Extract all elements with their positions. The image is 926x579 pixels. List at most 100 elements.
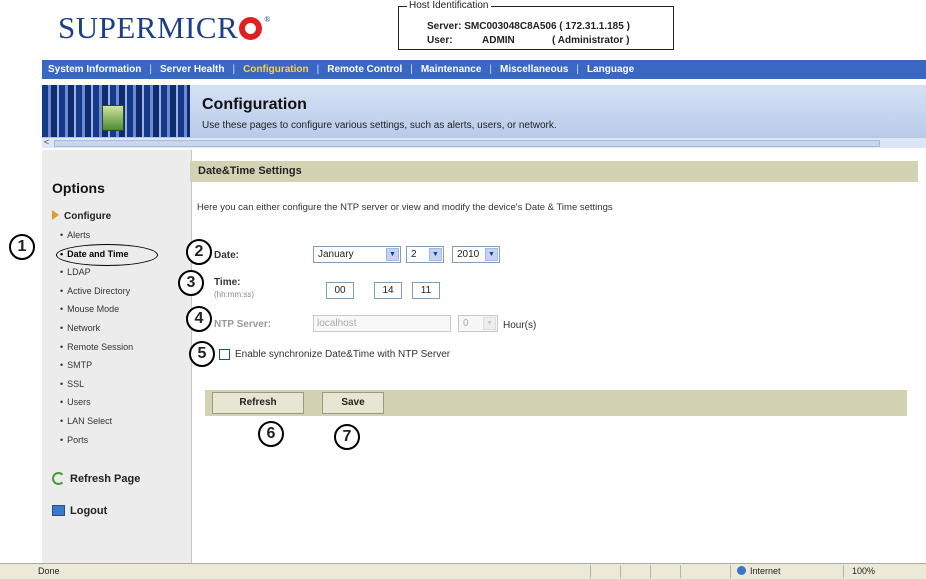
scrollbar-thumb[interactable] [54,140,880,147]
button-bar [205,390,907,416]
ntp-server-field[interactable]: localhost [313,315,451,332]
save-button[interactable]: Save [322,392,384,414]
sidebar-item-smtp[interactable]: SMTP [60,360,133,379]
callout-5: 5 [189,341,215,367]
sidebar-item-mouse-mode[interactable]: Mouse Mode [60,304,133,323]
status-divider [680,565,681,578]
day-select[interactable]: 2 ▼ [406,246,444,263]
intro-text: Here you can either configure the NTP se… [197,202,613,213]
page-banner: Configuration Use these pages to configu… [42,85,926,137]
nav-miscellaneous[interactable]: Miscellaneous [500,64,568,75]
ntp-server-label: NTP Server: [214,319,272,330]
seconds-field[interactable]: 11 [412,282,440,299]
sidebar-item-active-directory[interactable]: Active Directory [60,286,133,305]
nav-separator: | [576,64,579,75]
nav-configuration[interactable]: Configuration [243,64,309,75]
nav-separator: | [410,64,413,75]
year-value: 2010 [457,249,480,260]
section-title: Date&Time Settings [198,165,302,177]
callout-3: 3 [178,270,204,296]
nav-system-information[interactable]: System Information [48,64,141,75]
ntp-sync-checkbox[interactable] [219,349,230,360]
ntp-offset-unit: Hour(s) [503,320,537,331]
zoom-level[interactable]: 100% [852,566,875,576]
sidebar-item-ldap[interactable]: LDAP [60,267,133,286]
sidebar-item-ssl[interactable]: SSL [60,379,133,398]
callout-1: 1 [9,234,35,260]
user-role: ( Administrator ) [552,35,630,46]
sidebar-item-remote-session[interactable]: Remote Session [60,342,133,361]
page-title: Configuration [202,96,307,113]
month-select[interactable]: January ▼ [313,246,401,263]
time-format-hint: (hh:mm:ss) [214,290,254,299]
nav-maintenance[interactable]: Maintenance [421,64,482,75]
month-value: January [318,249,354,260]
status-divider [590,565,591,578]
host-user-row: User: ADMIN ( Administrator ) [427,35,629,46]
sidebar-item-lan-select[interactable]: LAN Select [60,416,133,435]
browser-status-bar: Done Internet 100% [0,563,926,579]
nav-server-health[interactable]: Server Health [160,64,224,75]
logout-label: Logout [70,505,108,517]
year-select[interactable]: 2010 ▼ [452,246,500,263]
minutes-field[interactable]: 14 [374,282,402,299]
chevron-down-icon: ▼ [429,248,442,261]
ntp-offset-value: 0 [463,318,469,329]
logout-icon [52,505,65,516]
callout-2: 2 [186,239,212,265]
day-value: 2 [411,249,417,260]
sidebar-item-users[interactable]: Users [60,397,133,416]
ntp-offset-select[interactable]: 0 ▼ [458,315,498,332]
logo-trademark: ® [264,15,271,24]
server-value: SMC003048C8A506 ( 172.31.1.185 ) [464,21,630,32]
refresh-button[interactable]: Refresh [212,392,304,414]
nav-separator: | [489,64,493,75]
user-label: User: [427,35,453,46]
callout-4: 4 [186,306,212,332]
nav-remote-control[interactable]: Remote Control [327,64,402,75]
logo-text: SUPERMICR [58,10,239,45]
date-and-time-highlight-ring [56,244,158,266]
sidebar-item-ports[interactable]: Ports [60,435,133,454]
triangle-right-icon [52,210,59,220]
server-label: Server: [427,21,462,32]
banner-screen-graphic [102,105,124,131]
nav-separator: | [316,64,320,75]
host-identification-box: Host Identification Server: SMC003048C8A… [398,0,674,50]
section-header: Date&Time Settings [190,161,918,182]
refresh-page-link[interactable]: Refresh Page [52,472,140,485]
host-identification-legend: Host Identification [407,0,491,11]
date-label: Date: [214,250,240,261]
callout-6: 6 [258,421,284,447]
sidebar-title: Options [52,180,105,196]
status-divider [620,565,621,578]
logo-o-mark [239,17,263,40]
chevron-down-icon: ▼ [386,248,399,261]
banner-datacenter-image [42,85,190,137]
refresh-page-label: Refresh Page [70,473,141,485]
horizontal-scrollbar[interactable]: < [42,137,926,148]
sidebar-section-configure[interactable]: Configure [52,210,111,222]
status-divider [650,565,651,578]
page-description: Use these pages to configure various set… [202,120,557,131]
nav-language[interactable]: Language [587,64,634,75]
chevron-down-icon: ▼ [485,248,498,261]
top-nav-bar: System Information | Server Health | Con… [42,60,926,79]
sidebar-item-network[interactable]: Network [60,323,133,342]
options-sidebar: Options Configure Alerts Date and Time L… [42,150,192,563]
status-text: Done [38,566,60,576]
logout-link[interactable]: Logout [52,505,107,517]
nav-separator: | [149,64,152,75]
security-zone: Internet [737,566,781,576]
ntp-sync-label: Enable synchronize Date&Time with NTP Se… [235,349,451,360]
callout-7: 7 [334,424,360,450]
chevron-down-icon: ▼ [483,317,496,330]
status-divider [730,565,731,578]
refresh-icon [52,472,65,485]
status-divider [843,565,844,578]
hours-field[interactable]: 00 [326,282,354,299]
time-label: Time: [214,277,241,288]
host-server-row: Server: SMC003048C8A506 ( 172.31.1.185 ) [427,21,630,32]
scroll-left-arrow-icon[interactable]: < [44,137,49,147]
user-value: ADMIN [482,35,515,46]
